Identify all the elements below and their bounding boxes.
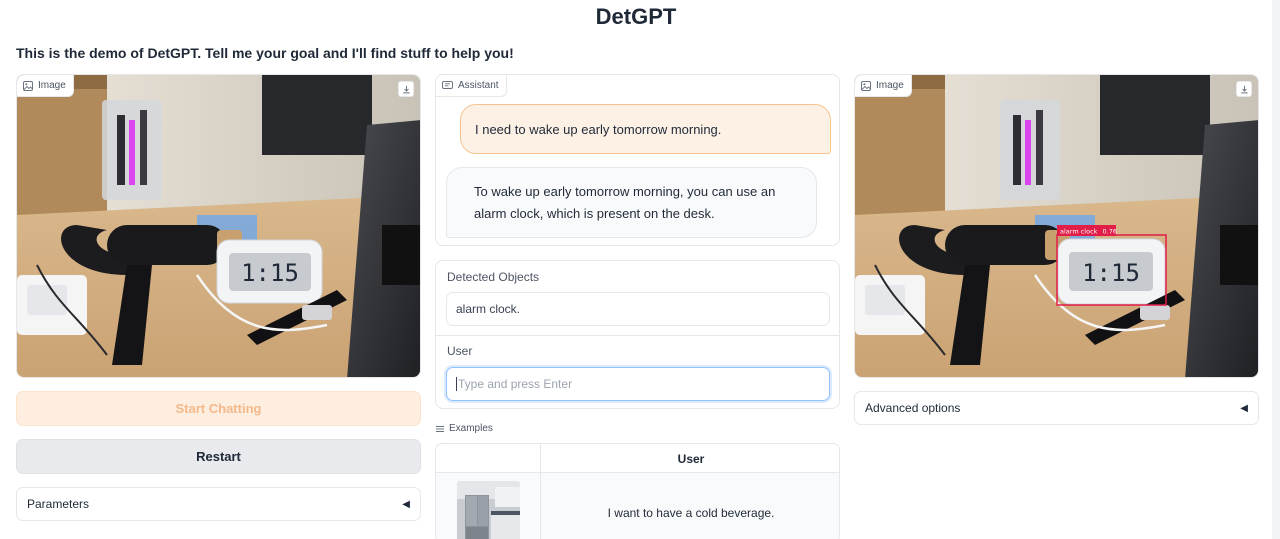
examples-label: Examples — [436, 423, 493, 434]
download-icon — [402, 85, 410, 93]
detected-objects-label: Detected Objects — [447, 270, 540, 284]
page-title: DetGPT — [595, 4, 677, 29]
start-chatting-button[interactable]: Start Chatting — [16, 391, 421, 426]
page-scrollbar[interactable] — [1272, 0, 1280, 539]
advanced-options-toggle-icon: ◀ — [1240, 402, 1248, 414]
examples-label-text: Examples — [449, 423, 493, 434]
field-divider — [436, 335, 839, 336]
detection-label: alarm clock — [1060, 228, 1098, 236]
image-panel-label: Image — [17, 75, 74, 97]
parameters-toggle-icon: ◀ — [402, 498, 410, 510]
desk-scene-image: 1:15 — [17, 75, 420, 377]
download-button[interactable] — [398, 81, 414, 97]
detection-io-panel: Detected Objects alarm clock. User Type … — [435, 260, 840, 409]
page-subtitle: This is the demo of DetGPT. Tell me your… — [16, 45, 514, 61]
desk-scene-detected-image: 1:15 alarm clock 0.76 — [855, 75, 1258, 377]
output-image-label-text: Image — [876, 80, 904, 91]
svg-text:alarm clock 0.76: alarm clock 0.76 — [1060, 228, 1117, 236]
example-text: I want to have a cold beverage. — [607, 506, 775, 520]
desk-photo: 1:15 — [17, 75, 420, 377]
examples-header-user: User — [677, 451, 705, 466]
advanced-options-label: Advanced options — [865, 401, 961, 415]
chat-icon — [442, 80, 453, 89]
assistant-message-bubble: To wake up early tomorrow morning, you c… — [446, 167, 817, 238]
input-image-panel[interactable]: Image 1:15 — [16, 74, 421, 378]
user-input-label: User — [447, 344, 473, 358]
download-icon — [1240, 85, 1248, 93]
clock-digits: 1:15 — [1082, 259, 1140, 287]
advanced-options-accordion[interactable]: Advanced options ◀ — [854, 391, 1259, 425]
clock-digits: 1:15 — [241, 259, 299, 287]
detection-result-photo: 1:15 alarm clock 0.76 — [855, 75, 1258, 377]
image-icon — [23, 80, 33, 91]
chat-panel-label: Assistant — [436, 75, 507, 97]
restart-button[interactable]: Restart — [16, 439, 421, 474]
user-message-bubble: I need to wake up early tomorrow morning… — [460, 104, 831, 154]
user-input-placeholder: Type and press Enter — [458, 377, 573, 391]
download-button[interactable] — [1236, 81, 1252, 97]
kitchen-thumbnail-image — [457, 481, 520, 539]
detected-objects-field[interactable]: alarm clock. — [446, 292, 830, 326]
examples-column-divider — [540, 444, 541, 539]
output-image-label: Image — [855, 75, 912, 97]
text-caret — [456, 377, 457, 391]
detection-score: 0.76 — [1103, 228, 1117, 236]
example-thumbnail[interactable] — [457, 481, 520, 539]
parameters-accordion[interactable]: Parameters ◀ — [16, 487, 421, 521]
assistant-chat-panel: Assistant I need to wake up early tomorr… — [435, 74, 840, 246]
chat-label-text: Assistant — [458, 80, 499, 91]
examples-table: User I want to have a cold beverage. — [435, 443, 840, 539]
image-icon — [861, 80, 871, 91]
example-row[interactable]: I want to have a cold beverage. — [436, 473, 839, 539]
image-label-text: Image — [38, 80, 66, 91]
output-image-panel[interactable]: Image 1:15 alarm clock 0.76 — [854, 74, 1259, 378]
list-icon — [436, 425, 444, 432]
parameters-label: Parameters — [27, 497, 90, 511]
user-message-input[interactable]: Type and press Enter — [446, 367, 830, 401]
